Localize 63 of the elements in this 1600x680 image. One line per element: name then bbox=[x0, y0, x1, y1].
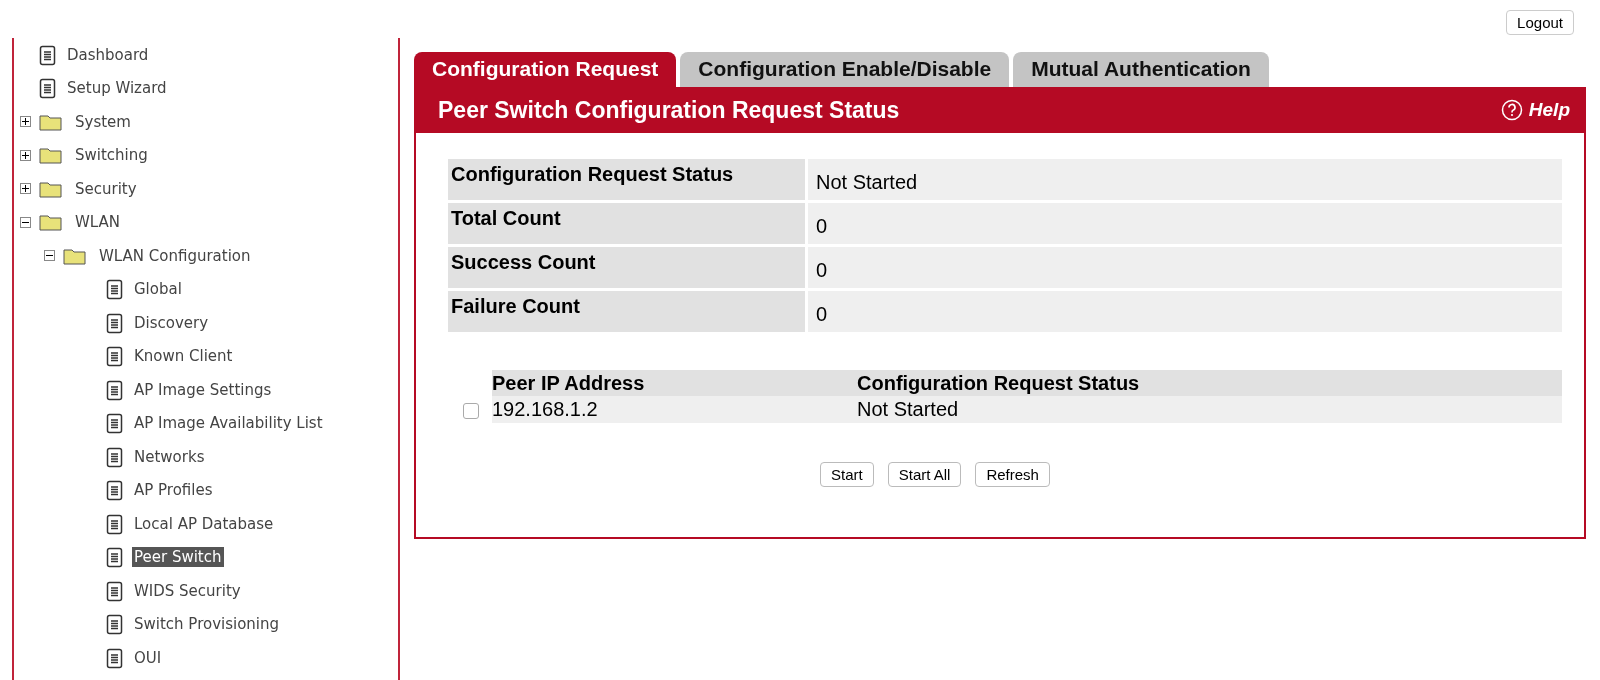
page-icon bbox=[39, 77, 57, 100]
expand-icon[interactable] bbox=[20, 149, 31, 161]
page-icon bbox=[106, 646, 124, 669]
page-icon bbox=[106, 378, 124, 401]
tree-item[interactable]: AP Profiles bbox=[132, 480, 215, 501]
column-header: Configuration Request Status bbox=[857, 370, 1562, 396]
tab[interactable]: Configuration Enable/Disable bbox=[680, 52, 1010, 87]
field-value: Not Started bbox=[808, 159, 1562, 200]
tree-item[interactable]: Local AP Database bbox=[132, 513, 276, 534]
tree-item[interactable]: Setup Wizard bbox=[65, 78, 169, 99]
tree-item[interactable]: Dashboard bbox=[65, 44, 151, 65]
table-cell: 192.168.1.2 bbox=[492, 396, 857, 423]
tree-item[interactable]: Switch Provisioning bbox=[132, 614, 282, 635]
page-icon bbox=[106, 445, 124, 468]
tree-item[interactable]: Switching bbox=[73, 145, 150, 166]
page-icon bbox=[106, 345, 124, 368]
field-value: 0 bbox=[808, 203, 1562, 244]
folder-icon bbox=[39, 145, 65, 166]
row-checkbox[interactable] bbox=[463, 403, 479, 419]
field-label: Success Count bbox=[448, 247, 805, 288]
tab[interactable]: Configuration Request bbox=[414, 52, 677, 87]
table-cell: Not Started bbox=[857, 396, 1562, 423]
page-icon bbox=[106, 412, 124, 435]
field-label: Failure Count bbox=[448, 291, 805, 332]
tree-item[interactable]: Networks bbox=[132, 446, 207, 467]
page-icon bbox=[106, 579, 124, 602]
action-button[interactable]: Refresh bbox=[975, 462, 1050, 487]
field-value: 0 bbox=[808, 291, 1562, 332]
page-icon bbox=[106, 613, 124, 636]
tree-item[interactable]: Security bbox=[73, 178, 139, 199]
page-icon bbox=[106, 278, 124, 301]
expand-icon[interactable] bbox=[20, 183, 31, 195]
tree-item[interactable]: WLAN Configuration bbox=[97, 245, 253, 266]
tree-item[interactable]: Discovery bbox=[132, 312, 211, 333]
tree-item[interactable]: OUI bbox=[132, 647, 164, 668]
help-icon[interactable] bbox=[1500, 99, 1523, 121]
page-icon bbox=[106, 479, 124, 502]
tree-item[interactable]: AP Image Availability List bbox=[132, 413, 325, 434]
page-icon bbox=[106, 311, 124, 334]
collapse-icon[interactable] bbox=[44, 250, 55, 262]
field-label: Total Count bbox=[448, 203, 805, 244]
tab[interactable]: Mutual Authentication bbox=[1013, 52, 1269, 87]
page-icon bbox=[106, 512, 124, 535]
tree-item[interactable]: AP Image Settings bbox=[132, 379, 274, 400]
field-label: Configuration Request Status bbox=[448, 159, 805, 200]
field-value: 0 bbox=[808, 247, 1562, 288]
open-folder-icon bbox=[39, 212, 65, 233]
expand-icon[interactable] bbox=[20, 116, 31, 128]
page-icon bbox=[39, 43, 57, 66]
column-header: Peer IP Address bbox=[492, 370, 857, 396]
tree-item[interactable]: Global bbox=[132, 279, 184, 300]
action-button[interactable]: Start All bbox=[887, 462, 962, 487]
tree-item[interactable]: WIDS Security bbox=[132, 580, 243, 601]
help-link[interactable]: Help bbox=[1528, 99, 1570, 121]
tree-item[interactable]: Known Client bbox=[132, 346, 235, 367]
action-button[interactable]: Start bbox=[820, 462, 874, 487]
logout-button[interactable]: Logout bbox=[1506, 10, 1574, 35]
tree-item[interactable]: System bbox=[73, 111, 133, 132]
tree-item[interactable]: WLAN bbox=[73, 212, 122, 233]
page-icon bbox=[106, 546, 124, 569]
tree-item[interactable]: Peer Switch bbox=[132, 547, 224, 568]
panel-title: Peer Switch Configuration Request Status bbox=[438, 96, 900, 124]
collapse-icon[interactable] bbox=[20, 216, 31, 228]
